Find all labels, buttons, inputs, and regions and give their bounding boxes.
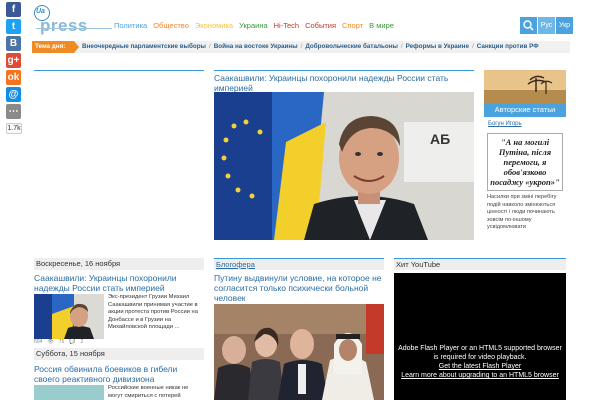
player-message-line-2: is required for video playback. — [433, 354, 527, 361]
social-share-bar: f t Bg+ ok @ ⋯ 1.7k — [6, 2, 22, 134]
nav-item[interactable]: Украина — [239, 21, 268, 30]
nav-item[interactable]: События — [305, 21, 336, 30]
vkontakte-icon[interactable]: B — [6, 36, 21, 51]
blog-section-header[interactable]: Блогофера — [214, 258, 384, 270]
news-snippet-2: Российские военные никак не могут смирит… — [108, 385, 189, 399]
news-title-2[interactable]: Россия обвинила боевиков в гибели своего… — [34, 364, 204, 384]
odnoklassniki-icon[interactable]: ok — [6, 70, 21, 85]
logo-press-text: press — [40, 16, 88, 35]
flash-player-link[interactable]: Get the latest Flash Player — [394, 362, 566, 371]
svg-text:АБ: АБ — [430, 131, 450, 147]
nav-item[interactable]: Политика — [114, 21, 147, 30]
lang-ua-button[interactable]: Укр — [556, 17, 573, 34]
facebook-icon[interactable]: f — [6, 2, 21, 17]
topic-of-day-bar: Тема дня: Внеочередные парламентские выб… — [32, 41, 570, 53]
search-icon — [523, 20, 534, 31]
topic-link[interactable]: Добровольческие батальоны — [305, 41, 398, 53]
more-share-icon[interactable]: ⋯ — [6, 104, 21, 119]
news-thumb-1[interactable] — [34, 294, 104, 339]
blog-headline[interactable]: Путину выдвинули условие, на которое не … — [214, 273, 384, 303]
nav-item[interactable]: Спорт — [342, 21, 363, 30]
day-header-saturday: Суббота, 15 ноября — [34, 348, 204, 360]
eye-icon: 👁 — [47, 339, 54, 345]
nav-item[interactable]: Общество — [153, 21, 189, 30]
comments-count: 2 — [80, 339, 84, 345]
topic-separator: / — [208, 43, 211, 50]
author-articles-label[interactable]: Авторские статьи — [484, 103, 566, 117]
topic-label-arrow — [74, 41, 79, 53]
topic-link[interactable]: Внеочередные парламентские выборы — [82, 41, 206, 53]
nav-item[interactable]: В мире — [369, 21, 394, 30]
html5-upgrade-link[interactable]: Learn more about upgrading to an HTML5 b… — [394, 371, 566, 380]
views-count: 604 — [34, 339, 43, 345]
lang-ru-button[interactable]: Рус — [538, 17, 555, 34]
author-banner-image — [484, 70, 566, 103]
youtube-section-header: Хит YouTube — [394, 258, 566, 270]
likes-count: 75 — [58, 339, 65, 345]
mailru-icon[interactable]: @ — [6, 87, 21, 102]
nav-item[interactable]: Экономика — [195, 21, 233, 30]
topic-label: Тема дня: — [32, 41, 74, 53]
header-actions: Рус Укр — [520, 17, 573, 34]
news-title-1[interactable]: Саакашвили: Украинцы похоронили надежды … — [34, 273, 204, 293]
logo-underline — [36, 28, 112, 29]
news-meta-1: 604 👁 75 💬 2 — [34, 339, 83, 345]
twitter-icon[interactable]: t — [6, 19, 21, 34]
author-name-link[interactable]: Богун Игорь — [484, 121, 566, 127]
topic-links: Внеочередные парламентские выборы / Война … — [82, 41, 539, 53]
topic-separator: / — [400, 43, 403, 50]
blog-photo[interactable] — [214, 304, 384, 400]
news-thumb-2[interactable] — [34, 385, 104, 400]
news-snippet-1: Экс-президент Грузии Михаил Саакашвили п… — [108, 294, 198, 330]
left-feature-block — [34, 70, 204, 240]
feature-headline[interactable]: Саакашвили: Украинцы похоронили надежды … — [214, 70, 474, 93]
feature-photo[interactable]: АБ — [214, 92, 474, 240]
author-articles-block: Авторские статьи Богун Игорь "А на могил… — [484, 70, 566, 240]
main-nav: Политика Общество Экономика Украина Hi-Tech С… — [114, 21, 394, 30]
logo-ua-text: Ua — [36, 8, 45, 15]
nav-item[interactable]: Hi-Tech — [274, 21, 299, 30]
search-button[interactable] — [520, 17, 537, 34]
topic-separator: / — [471, 43, 474, 50]
author-snippet: Насилки при зміні перебігу подій навколо… — [487, 194, 557, 230]
topic-link[interactable]: Реформы в Украине — [406, 41, 469, 53]
google-plus-icon[interactable]: g+ — [6, 53, 21, 68]
topic-link[interactable]: Война на востоке Украины — [214, 41, 298, 53]
comment-icon: 💬 — [69, 339, 76, 345]
video-player[interactable]: Adobe Flash Player or an HTML5 supported… — [394, 273, 566, 400]
site-logo[interactable]: Ua press — [34, 4, 112, 35]
topic-link[interactable]: Санкции против РФ — [477, 41, 539, 53]
author-quote[interactable]: "А на могилі Путіна, після перемоги, я о… — [487, 133, 563, 191]
topic-separator: / — [300, 43, 303, 50]
day-header-sunday: Воскресенье, 16 ноября — [34, 258, 204, 270]
player-message-line-1: Adobe Flash Player or an HTML5 supported… — [398, 345, 562, 352]
share-count: 1.7k — [6, 123, 22, 134]
